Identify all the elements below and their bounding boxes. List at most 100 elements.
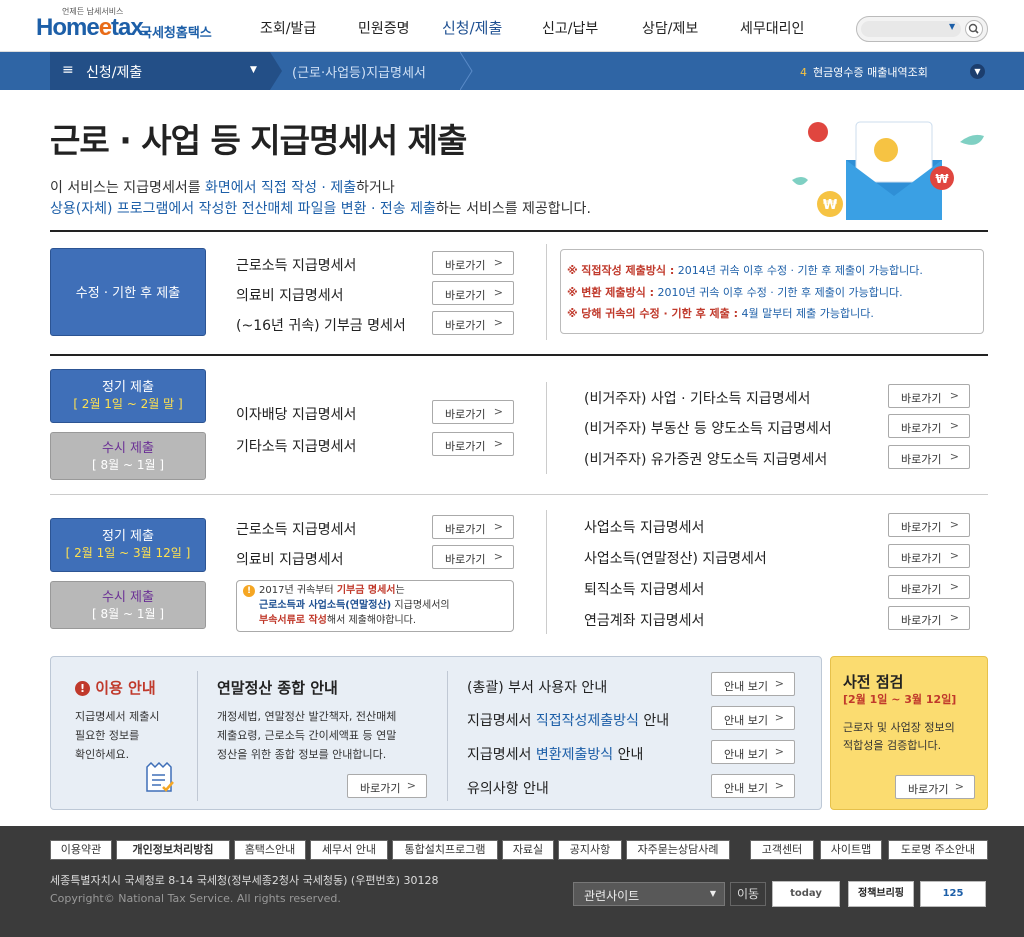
divider <box>197 671 198 801</box>
divider <box>546 382 547 474</box>
item-nonresident-realestate: (비거주자) 부동산 등 양도소득 지급명세서 <box>584 421 832 437</box>
go-button-interest-dividend[interactable]: 바로가기 > <box>432 400 514 424</box>
logo-korean: 국세청홈택스 <box>140 26 212 41</box>
guide-cautions: 유의사항 안내 <box>467 781 549 797</box>
footer-copyright: Copyright© National Tax Service. All rig… <box>50 892 341 905</box>
go-button-nonresident-securities[interactable]: 바로가기 > <box>888 445 970 469</box>
view-button-cautions[interactable]: 안내 보기 > <box>711 774 795 798</box>
related-sites-go-button[interactable]: 이동 <box>730 882 766 906</box>
divider <box>546 510 547 634</box>
breadcrumb-separator-icon <box>270 52 282 90</box>
item-business-income: 사업소득 지급명세서 <box>584 520 705 536</box>
footer-customer-center[interactable]: 고객센터 <box>750 840 814 860</box>
footer-installer[interactable]: 통합설치프로그램 <box>392 840 498 860</box>
go-button-earned-income[interactable]: 바로가기 > <box>432 251 514 275</box>
guide-dept-user: (총괄) 부서 사용자 안내 <box>467 680 608 696</box>
gnb-apply-submit[interactable]: 신청/제출 <box>442 17 502 38</box>
banner-policy-briefing[interactable]: 정책브리핑 <box>848 881 914 907</box>
gnb-consult[interactable]: 상담/제보 <box>642 18 698 38</box>
precheck-go-button[interactable]: 바로가기 > <box>895 775 975 799</box>
adhoc-submit-box-1: 수시 제출 [ 8월 ~ 1월 ] <box>50 432 206 480</box>
divider <box>50 494 988 495</box>
related-sites-select[interactable]: 관련사이트 ▼ <box>573 882 725 906</box>
view-button-dept-user[interactable]: 안내 보기 > <box>711 672 795 696</box>
item-business-yearend: 사업소득(연말정산) 지급명세서 <box>584 551 767 567</box>
search-input[interactable] <box>861 21 961 37</box>
precheck-period: [2월 1일 ~ 3월 12일] <box>843 693 957 706</box>
footer-notice[interactable]: 공지사항 <box>558 840 622 860</box>
footer-road-address[interactable]: 도로명 주소안내 <box>888 840 988 860</box>
gnb-tax-agent[interactable]: 세무대리인 <box>740 18 804 38</box>
go-button-business-yearend[interactable]: 바로가기 > <box>888 544 970 568</box>
gnb-inquiry[interactable]: 조회/발급 <box>260 18 316 38</box>
quick-link-cash-receipt[interactable]: 4 현금영수증 매출내역조회 <box>800 64 928 80</box>
gnb-certificate[interactable]: 민원증명 <box>358 18 410 38</box>
page-intro: 이 서비스는 지급명세서를 화면에서 직접 작성 · 제출하거나 상용(자체) … <box>50 180 591 217</box>
footer-faq[interactable]: 자주묻는상담사례 <box>626 840 730 860</box>
category-menu[interactable]: ≡ 신청/제출 ▼ <box>50 52 270 90</box>
guide-direct-method: 지급명세서 직접작성제출방식 안내 <box>467 713 670 729</box>
submission-method-notice: ※ 직접작성 제출방식 : 2014년 귀속 이후 수정 · 기한 후 제출이 … <box>560 249 984 334</box>
go-button-medical[interactable]: 바로가기 > <box>432 281 514 305</box>
view-button-direct-method[interactable]: 안내 보기 > <box>711 706 795 730</box>
top-header: 언제든 납세서비스 Homeetax. 국세청홈택스 조회/발급 민원증명 신청… <box>0 0 1024 52</box>
go-button-other-income[interactable]: 바로가기 > <box>432 432 514 456</box>
chevron-down-icon: ▼ <box>250 65 257 75</box>
hometax-logo[interactable]: 언제든 납세서비스 Homeetax. 국세청홈택스 <box>36 6 216 46</box>
breadcrumb-end-icon <box>460 52 473 90</box>
menu-icon: ≡ <box>62 62 74 78</box>
go-button-nonresident-realestate[interactable]: 바로가기 > <box>888 414 970 438</box>
chevron-down-icon: ▼ <box>709 889 716 898</box>
item-interest-dividend: 이자배당 지급명세서 <box>236 407 357 423</box>
item-pension-account: 연금계좌 지급명세서 <box>584 613 705 629</box>
footer-address: 세종특별자치시 국세청로 8-14 국세청(정부세종2청사 국세청동) (우편번… <box>50 874 439 887</box>
page-title: 근로 · 사업 등 지급명세서 제출 <box>50 121 467 160</box>
footer-library[interactable]: 자료실 <box>502 840 554 860</box>
item-earned-income-2: 근로소득 지급명세서 <box>236 522 357 538</box>
go-button-nonresident-business[interactable]: 바로가기 > <box>888 384 970 408</box>
search-box[interactable]: ▼ <box>856 16 988 42</box>
yearend-guide-text: 개정세법, 연말정산 발간책자, 전산매체 제출요령, 근로소득 간이세액표 등… <box>217 710 397 761</box>
amend-late-submit-box: 수정 · 기한 후 제출 <box>50 248 206 336</box>
footer-sitemap[interactable]: 사이트맵 <box>820 840 882 860</box>
category-label: 신청/제출 <box>86 65 143 81</box>
footer-hometax-info[interactable]: 홈택스안내 <box>234 840 306 860</box>
sub-navigation: ≡ 신청/제출 ▼ (근로·사업등)지급명세서 4 현금영수증 매출내역조회 ▼ <box>0 52 1024 90</box>
regular-submit-box-1: 정기 제출 [ 2월 1일 ~ 2월 말 ] <box>50 369 206 423</box>
yearend-go-button[interactable]: 바로가기 > <box>347 774 427 798</box>
go-button-medical-2[interactable]: 바로가기 > <box>432 545 514 569</box>
gnb-report-pay[interactable]: 신고/납부 <box>542 18 598 38</box>
banner-today[interactable]: today <box>772 881 840 907</box>
divider <box>546 244 547 340</box>
go-button-donation[interactable]: 바로가기 > <box>432 311 514 335</box>
breadcrumb[interactable]: (근로·사업등)지급명세서 <box>292 62 426 81</box>
footer-privacy[interactable]: 개인정보처리방침 <box>116 840 230 860</box>
item-earned-income: 근로소득 지급명세서 <box>236 258 357 274</box>
search-icon[interactable] <box>965 20 983 38</box>
svg-text:₩: ₩ <box>823 198 838 213</box>
banner-125[interactable]: 125 <box>920 881 986 907</box>
item-nonresident-securities: (비거주자) 유가증권 양도소득 지급명세서 <box>584 452 828 468</box>
footer-tax-office[interactable]: 세무서 안내 <box>310 840 388 860</box>
go-button-earned-income-2[interactable]: 바로가기 > <box>432 515 514 539</box>
usage-guide-text: 지급명세서 제출시 필요한 정보를 확인하세요. <box>75 710 160 761</box>
go-button-pension-account[interactable]: 바로가기 > <box>888 606 970 630</box>
guide-convert-method: 지급명세서 변환제출방식 안내 <box>467 747 644 763</box>
search-dropdown-icon[interactable]: ▼ <box>949 22 955 31</box>
item-nonresident-business: (비거주자) 사업 · 기타소득 지급명세서 <box>584 391 811 407</box>
precheck-title: 사전 점검 <box>843 673 904 691</box>
warning-icon: ! <box>243 585 255 597</box>
document-check-icon <box>146 761 174 792</box>
footer-terms[interactable]: 이용약관 <box>50 840 112 860</box>
go-button-retirement[interactable]: 바로가기 > <box>888 575 970 599</box>
view-button-convert-method[interactable]: 안내 보기 > <box>711 740 795 764</box>
item-other-income: 기타소득 지급명세서 <box>236 439 357 455</box>
precheck-panel: 사전 점검 [2월 1일 ~ 3월 12일] 근로자 및 사업장 정보의 적합성… <box>830 656 988 810</box>
item-medical: 의료비 지급명세서 <box>236 288 344 304</box>
go-button-business-income[interactable]: 바로가기 > <box>888 513 970 537</box>
quick-link-dropdown-icon[interactable]: ▼ <box>970 64 985 79</box>
precheck-text: 근로자 및 사업장 정보의 적합성을 검증합니다. <box>843 721 955 752</box>
site-footer: 이용약관 개인정보처리방침 홈택스안내 세무서 안내 통합설치프로그램 자료실 … <box>0 826 1024 937</box>
divider <box>50 354 988 356</box>
regular-submit-box-2: 정기 제출 [ 2월 1일 ~ 3월 12일 ] <box>50 518 206 572</box>
